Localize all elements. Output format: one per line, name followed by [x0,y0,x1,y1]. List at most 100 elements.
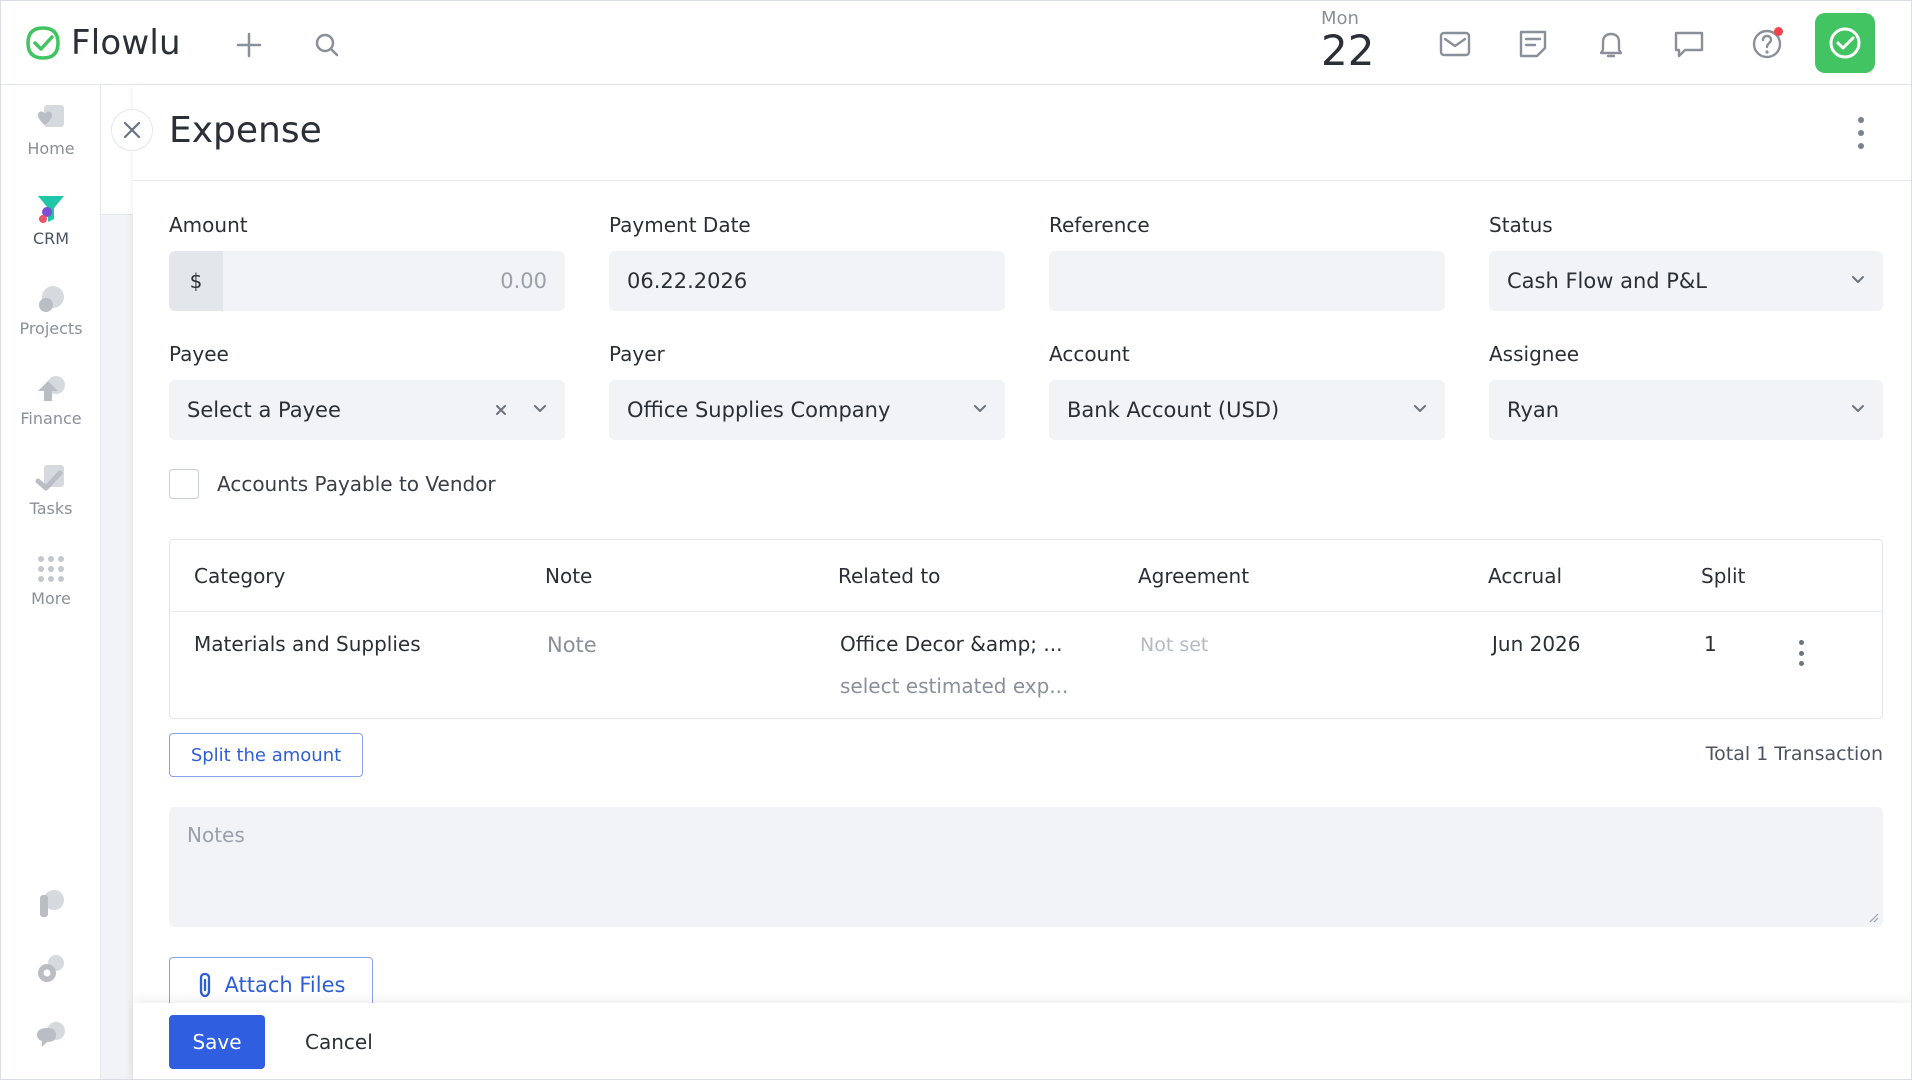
panel-footer: Save Cancel [133,1003,1911,1079]
mail-icon[interactable] [1435,25,1475,63]
projects-icon [39,286,64,312]
chat-icon[interactable] [1669,25,1709,63]
help-icon[interactable] [1747,25,1787,63]
reference-label: Reference [1049,213,1150,237]
sidebar-item-home[interactable]: Home [1,103,101,158]
amount-input[interactable]: $ 0.00 [169,251,565,311]
sidebar-item-more[interactable]: More [1,553,101,608]
currency-symbol[interactable]: $ [169,251,223,311]
split-amount-button[interactable]: Split the amount [169,733,363,777]
sidebar-item-workspace[interactable] [1,887,101,921]
row-accrual[interactable]: Jun 2026 [1492,632,1581,656]
sidebar-label-home: Home [27,139,75,158]
left-sidebar: Home CRM Projects Finance Tasks More [1,85,101,1079]
paperclip-icon [199,972,210,998]
row-estimated-expense[interactable]: select estimated exp... [840,674,1068,698]
support-chat-icon [37,1022,65,1047]
attach-files-label: Attach Files [224,973,346,997]
payee-select[interactable]: Select a Payee [169,380,565,440]
table-divider [170,611,1882,612]
status-label: Status [1489,213,1553,237]
complete-tasks-button[interactable] [1815,13,1875,73]
row-related-to[interactable]: Office Decor &amp; ... [840,632,1062,656]
payee-value: Select a Payee [187,398,341,422]
assignee-value: Ryan [1507,398,1560,422]
sidebar-item-projects[interactable]: Projects [1,283,101,338]
sidebar-item-settings[interactable] [1,953,101,987]
notes-placeholder: Notes [187,823,245,847]
column-header-note: Note [545,564,593,588]
cancel-button[interactable]: Cancel [293,1015,385,1069]
flowlu-logo-icon [26,26,60,60]
home-icon [38,105,64,127]
calendar-date[interactable]: Mon 22 [1321,9,1391,73]
sidebar-item-crm[interactable]: CRM [1,193,101,248]
payer-label: Payer [609,342,665,366]
date-number: 22 [1321,26,1375,75]
save-button[interactable]: Save [169,1015,265,1069]
app-logo[interactable]: Flowlu [25,23,181,63]
more-options-icon[interactable] [1851,117,1871,149]
assignee-label: Assignee [1489,342,1580,366]
column-header-agreement: Agreement [1138,564,1250,588]
grid-dots-icon [38,556,64,582]
column-header-category: Category [194,564,286,588]
status-value: Cash Flow and P&L [1507,269,1707,293]
page-backdrop [101,85,133,1079]
plus-icon[interactable] [231,27,267,63]
account-value: Bank Account (USD) [1067,398,1280,422]
payer-value: Office Supplies Company [627,398,891,422]
payment-date-label: Payment Date [609,213,751,237]
search-icon[interactable] [309,27,345,63]
chevron-down-icon [1852,405,1864,412]
notification-dot [1774,27,1783,36]
column-header-related-to: Related to [838,564,941,588]
accounts-payable-checkbox[interactable] [169,469,199,499]
column-header-accrual: Accrual [1488,564,1563,588]
close-panel-button[interactable] [111,109,153,151]
sidebar-item-finance[interactable]: Finance [1,373,101,428]
resize-handle-icon[interactable] [1869,913,1879,923]
sidebar-label-finance: Finance [20,409,82,428]
app-window: Flowlu Mon 22 Home CRM Projects Finance … [0,0,1912,1080]
notes-textarea[interactable]: Notes [169,807,1883,927]
row-agreement[interactable]: Not set [1140,634,1208,656]
tasks-icon [35,465,64,491]
workspace-icon [40,890,64,917]
expense-panel: Expense Amount $ 0.00 Payment Date 06.22… [133,85,1911,1079]
sidebar-label-more: More [31,589,71,608]
notes-icon[interactable] [1513,25,1553,63]
top-bar: Flowlu Mon 22 [1,1,1911,85]
chevron-down-icon [534,405,546,412]
bell-icon[interactable] [1591,25,1631,63]
assignee-select[interactable]: Ryan [1489,380,1883,440]
sidebar-label-projects: Projects [19,319,83,338]
row-note-input[interactable]: Note [547,633,597,657]
sidebar-item-tasks[interactable]: Tasks [1,463,101,518]
sidebar-label-tasks: Tasks [29,499,73,518]
column-header-split: Split [1701,564,1746,588]
amount-placeholder: 0.00 [500,269,547,293]
clear-icon[interactable] [495,404,507,416]
payer-select[interactable]: Office Supplies Company [609,380,1005,440]
crm-funnel-icon [38,196,64,223]
row-more-options-icon[interactable] [1796,640,1806,666]
payee-label: Payee [169,342,229,366]
payment-date-field[interactable]: 06.22.2026 [609,251,1005,311]
finance-icon [38,376,65,401]
accounts-payable-label[interactable]: Accounts Payable to Vendor [217,472,496,496]
sidebar-item-support[interactable] [1,1019,101,1053]
sidebar-label-crm: CRM [32,229,70,248]
transactions-table: Category Note Related to Agreement Accru… [169,539,1883,719]
app-name: Flowlu [71,23,181,63]
row-category[interactable]: Materials and Supplies [194,632,421,656]
account-select[interactable]: Bank Account (USD) [1049,380,1445,440]
settings-gear-icon [38,955,64,982]
close-icon [123,121,141,139]
account-label: Account [1049,342,1130,366]
amount-label: Amount [169,213,248,237]
row-split: 1 [1704,632,1717,656]
status-select[interactable]: Cash Flow and P&L [1489,251,1883,311]
reference-input[interactable] [1049,251,1445,311]
total-transactions: Total 1 Transaction [1705,743,1883,765]
